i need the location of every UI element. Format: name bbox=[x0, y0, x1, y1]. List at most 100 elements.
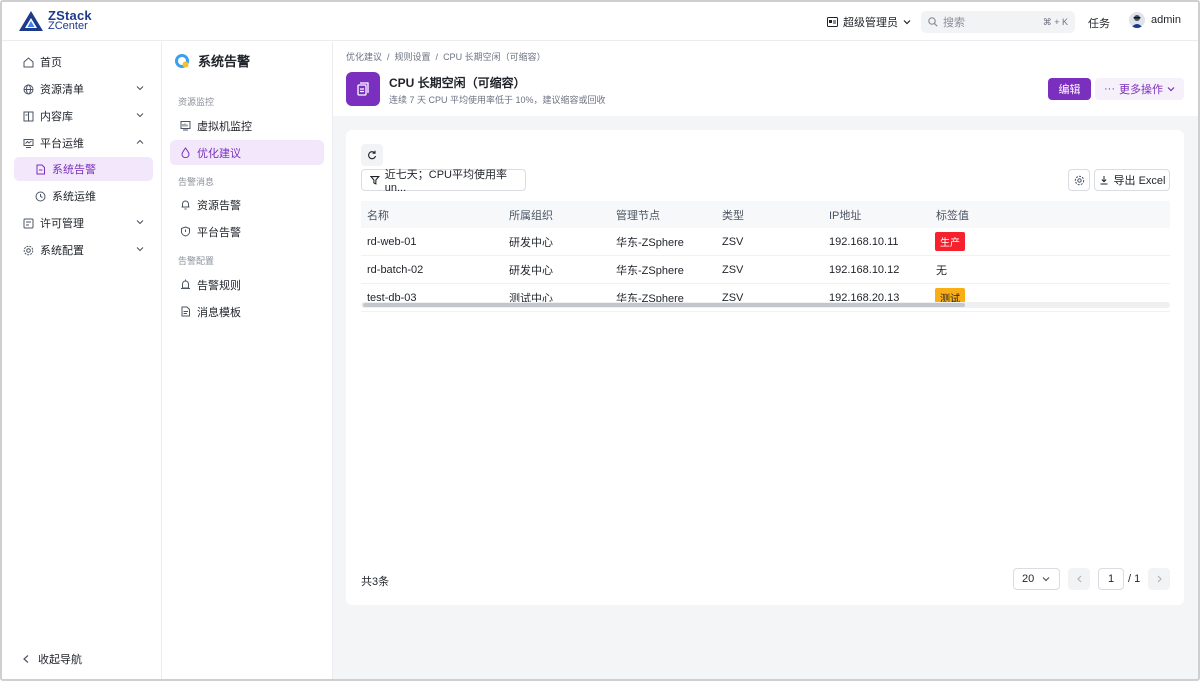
nav-item-system-alarm[interactable]: 系统告警 bbox=[14, 157, 153, 181]
template-icon bbox=[179, 306, 191, 318]
more-actions-label: 更多操作 bbox=[1119, 84, 1163, 96]
sidebar-item-vm-monitor[interactable]: 虚拟机监控 bbox=[170, 113, 324, 138]
user-name: admin bbox=[1151, 14, 1181, 26]
sidebar-item-platform-alarm[interactable]: 平台告警 bbox=[170, 219, 324, 244]
top-bar: ZStack ZCenter 超级管理员 搜索 ⌘ + K 任务 admin bbox=[2, 2, 1198, 41]
table-row[interactable]: rd-web-01 研发中心 华东-ZSphere ZSV 192.168.10… bbox=[361, 228, 1170, 256]
group-label: 资源监控 bbox=[178, 97, 215, 107]
refresh-button[interactable] bbox=[361, 144, 383, 166]
column-settings-button[interactable] bbox=[1068, 169, 1090, 191]
next-page-button[interactable] bbox=[1148, 568, 1170, 590]
cell-type: ZSV bbox=[722, 263, 744, 276]
sidebar-item-alarm-rules[interactable]: 告警规则 bbox=[170, 272, 324, 297]
page-number-input[interactable]: 1 bbox=[1098, 568, 1124, 590]
cell-ip: 192.168.10.11 bbox=[829, 235, 899, 248]
sidebar-title: 系统告警 bbox=[174, 51, 250, 70]
nav-item-system-ops[interactable]: 系统运维 bbox=[14, 184, 153, 208]
chevron-down-icon bbox=[136, 86, 144, 91]
page-header: 优化建议 / 规则设置 / CPU 长期空闲（可缩容） CPU 长期空闲（可缩容） 连续… bbox=[333, 42, 1198, 116]
home-icon bbox=[22, 56, 34, 68]
column-header[interactable]: IP地址 bbox=[829, 207, 861, 223]
id-card-icon bbox=[827, 17, 838, 27]
breadcrumb-item[interactable]: 规则设置 bbox=[395, 52, 431, 62]
total-count: 共3条 bbox=[361, 576, 390, 588]
chevron-down-icon bbox=[1042, 577, 1050, 582]
sidebar-item-label: 优化建议 bbox=[197, 147, 241, 160]
page-subtitle: 连续 7 天 CPU 平均使用率低于 10%，建议缩容或回收 bbox=[389, 95, 606, 105]
results-card: 近七天；CPU平均使用率un... 导出 Excel 名称 所属组织 管理节点 … bbox=[346, 130, 1184, 605]
filter-icon bbox=[370, 176, 380, 185]
nav-item-label: 系统配置 bbox=[40, 245, 84, 257]
search-placeholder: 搜索 bbox=[943, 17, 965, 29]
page-size-select[interactable]: 20 bbox=[1013, 568, 1060, 590]
nav-item-system-config[interactable]: 系统配置 bbox=[14, 238, 153, 262]
chevron-up-icon bbox=[136, 139, 144, 144]
breadcrumb-item[interactable]: 优化建议 bbox=[346, 52, 382, 62]
logo[interactable]: ZStack ZCenter bbox=[18, 9, 92, 32]
cell-node: 华东-ZSphere bbox=[616, 264, 684, 277]
clock-icon bbox=[34, 190, 46, 202]
search-shortcut: ⌘ + K bbox=[1042, 16, 1068, 27]
sidebar-title-text: 系统告警 bbox=[198, 54, 251, 69]
column-header[interactable]: 管理节点 bbox=[616, 207, 660, 223]
export-excel-button[interactable]: 导出 Excel bbox=[1094, 169, 1170, 191]
tag-badge: 生产 bbox=[935, 232, 965, 251]
vm-monitor-icon bbox=[179, 120, 191, 132]
download-icon bbox=[1100, 176, 1108, 185]
monitor-icon bbox=[22, 137, 34, 149]
nav-item-platform-ops[interactable]: 平台运维 bbox=[14, 131, 153, 155]
sidebar-item-resource-alarm[interactable]: 资源告警 bbox=[170, 192, 324, 217]
cell-tag: 无 bbox=[936, 264, 947, 277]
main-nav: 首页 资源清单 内容库 平台运维 系统告警 系统运维 许可管理 系统配置 收起导… bbox=[2, 42, 162, 679]
sidebar-item-label: 虚拟机监控 bbox=[197, 120, 252, 133]
edit-button[interactable]: 编辑 bbox=[1048, 78, 1091, 100]
book-icon bbox=[22, 110, 34, 122]
cell-ip: 192.168.10.12 bbox=[829, 263, 900, 276]
filter-condition[interactable]: 近七天；CPU平均使用率un... bbox=[361, 169, 526, 194]
sidebar-item-optimize[interactable]: 优化建议 bbox=[170, 140, 324, 165]
column-header[interactable]: 所属组织 bbox=[509, 207, 553, 223]
globe-icon bbox=[22, 83, 34, 95]
nav-item-license[interactable]: 许可管理 bbox=[14, 211, 153, 235]
main-content: 优化建议 / 规则设置 / CPU 长期空闲（可缩容） CPU 长期空闲（可缩容） 连续… bbox=[333, 42, 1198, 679]
chevron-left-icon bbox=[23, 655, 29, 663]
horizontal-scrollbar[interactable] bbox=[361, 302, 1170, 308]
user-menu[interactable]: admin bbox=[1129, 12, 1181, 28]
chevron-down-icon bbox=[136, 220, 144, 225]
sidebar-item-message-template[interactable]: 消息模板 bbox=[170, 299, 324, 324]
prev-page-button[interactable] bbox=[1068, 568, 1090, 590]
gear-icon bbox=[1074, 175, 1084, 185]
column-header[interactable]: 类型 bbox=[722, 207, 744, 223]
breadcrumb-item: CPU 长期空闲（可缩容） bbox=[443, 52, 546, 62]
secondary-sidebar: 系统告警 资源监控 虚拟机监控 优化建议 告警消息 资源告警 平台告警 告警配置… bbox=[162, 42, 333, 679]
table-row[interactable]: rd-batch-02 研发中心 华东-ZSphere ZSV 192.168.… bbox=[361, 256, 1170, 284]
nav-item-content-library[interactable]: 内容库 bbox=[14, 104, 153, 128]
more-actions-button[interactable]: ··· 更多操作 bbox=[1095, 78, 1184, 100]
bell-icon bbox=[179, 199, 191, 211]
refresh-icon bbox=[368, 150, 377, 160]
nav-item-home[interactable]: 首页 bbox=[14, 50, 153, 74]
license-icon bbox=[22, 217, 34, 229]
page-size-value: 20 bbox=[1022, 573, 1035, 585]
search-input[interactable]: 搜索 ⌘ + K bbox=[921, 11, 1075, 33]
role-switcher[interactable]: 超级管理员 bbox=[827, 14, 911, 30]
app-window: ZStack ZCenter 超级管理员 搜索 ⌘ + K 任务 admin 首… bbox=[0, 0, 1200, 681]
zstack-logo-icon bbox=[19, 11, 43, 31]
column-header[interactable]: 名称 bbox=[367, 207, 389, 223]
sidebar-item-label: 消息模板 bbox=[197, 306, 241, 319]
column-header[interactable]: 标签值 bbox=[936, 207, 969, 223]
cell-org: 研发中心 bbox=[509, 236, 553, 249]
tasks-link[interactable]: 任务 bbox=[1088, 15, 1110, 31]
nav-item-label: 系统运维 bbox=[52, 191, 96, 203]
avatar bbox=[1129, 12, 1145, 28]
sidebar-item-label: 资源告警 bbox=[197, 199, 241, 212]
cell-name: rd-batch-02 bbox=[367, 263, 424, 276]
search-icon bbox=[928, 17, 938, 27]
filter-label: 近七天；CPU平均使用率un... bbox=[384, 169, 507, 194]
total-pages: / 1 bbox=[1128, 573, 1141, 585]
nav-item-label: 资源清单 bbox=[40, 84, 84, 96]
collapse-nav-button[interactable]: 收起导航 bbox=[22, 651, 82, 667]
settings-icon bbox=[22, 244, 34, 256]
scrollbar-thumb[interactable] bbox=[363, 303, 965, 307]
nav-item-resources[interactable]: 资源清单 bbox=[14, 77, 153, 101]
